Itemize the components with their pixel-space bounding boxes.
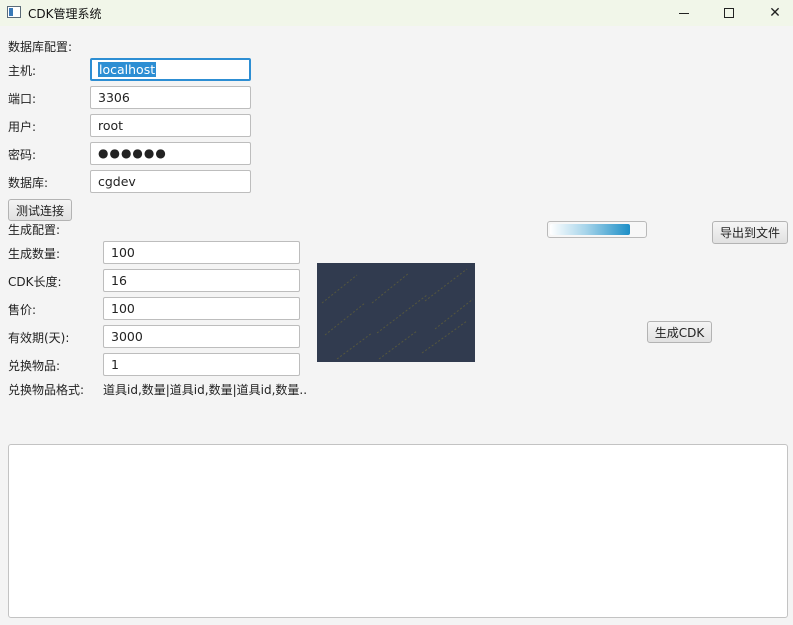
validity-input[interactable]: 3000	[103, 325, 300, 348]
output-textarea[interactable]	[8, 444, 788, 618]
progress-bar	[547, 221, 647, 238]
user-label: 用户:	[8, 120, 37, 134]
host-input[interactable]: localhost	[90, 58, 251, 81]
progress-fill	[550, 224, 630, 235]
count-label: 生成数量:	[8, 247, 61, 261]
database-label: 数据库:	[8, 176, 49, 190]
db-section-label: 数据库配置:	[8, 40, 73, 54]
cdk-length-input[interactable]: 16	[103, 269, 300, 292]
app-icon	[7, 6, 21, 18]
item-input[interactable]: 1	[103, 353, 300, 376]
maximize-icon	[724, 8, 734, 18]
watermark-pattern	[321, 268, 474, 360]
minimize-icon	[679, 12, 689, 14]
export-to-file-button[interactable]: 导出到文件	[712, 221, 788, 244]
user-input[interactable]: root	[90, 114, 251, 137]
host-label: 主机:	[8, 64, 37, 78]
database-input[interactable]: cgdev	[90, 170, 251, 193]
host-value: localhost	[98, 62, 157, 77]
count-input[interactable]: 100	[103, 241, 300, 264]
password-input[interactable]: ●●●●●●	[90, 142, 251, 165]
port-input[interactable]: 3306	[90, 86, 251, 109]
preview-image	[317, 263, 475, 362]
window-title: CDK管理系统	[28, 7, 102, 21]
password-label: 密码:	[8, 148, 37, 162]
port-label: 端口:	[8, 92, 37, 106]
maximize-button[interactable]	[706, 0, 752, 26]
close-button[interactable]: ✕	[752, 0, 793, 26]
generate-cdk-button[interactable]: 生成CDK	[647, 321, 712, 343]
price-input[interactable]: 100	[103, 297, 300, 320]
item-label: 兑换物品:	[8, 359, 61, 373]
minimize-button[interactable]	[661, 0, 707, 26]
item-format-label: 兑换物品格式:	[8, 383, 85, 397]
title-bar: CDK管理系统 ✕	[0, 0, 793, 26]
close-icon: ✕	[769, 5, 781, 21]
item-format-hint: 道具id,数量|道具id,数量|道具id,数量..	[103, 383, 308, 397]
price-label: 售价:	[8, 303, 37, 317]
cdk-length-label: CDK长度:	[8, 275, 62, 289]
gen-section-label: 生成配置:	[8, 223, 61, 237]
validity-label: 有效期(天):	[8, 331, 70, 345]
test-connection-button[interactable]: 测试连接	[8, 199, 72, 221]
